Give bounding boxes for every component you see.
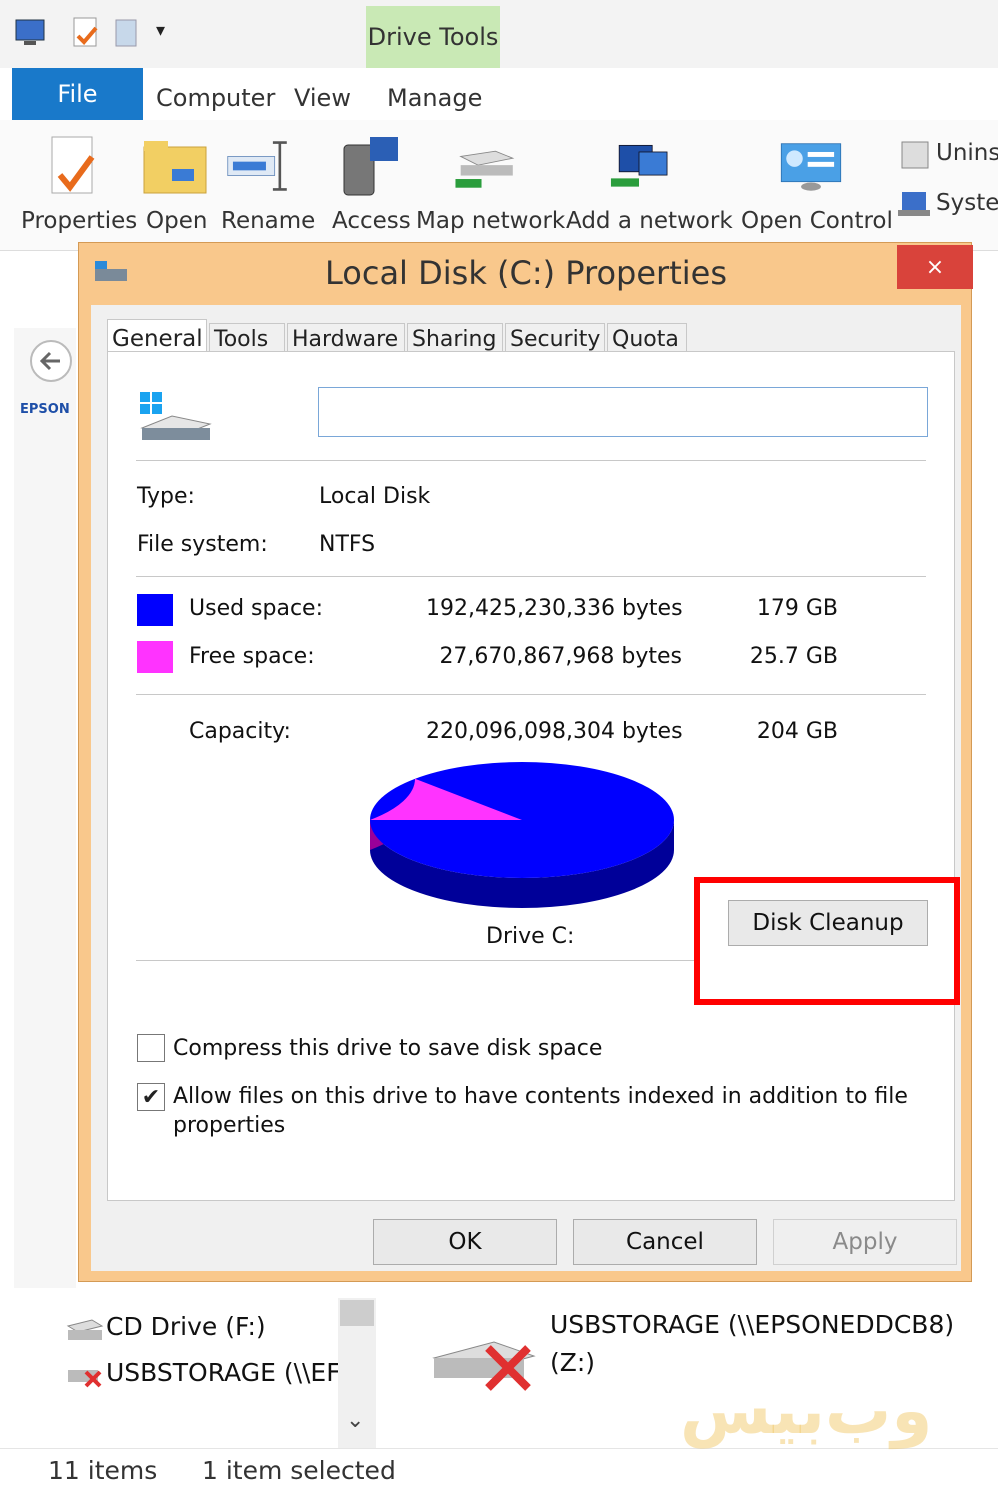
filesystem-value: NTFS (319, 532, 376, 557)
compress-checkbox[interactable] (137, 1034, 165, 1062)
local-disk-icon (140, 392, 212, 440)
used-space-swatch (137, 594, 173, 626)
open-folder-icon (143, 141, 207, 194)
index-checkbox[interactable]: ✔ (137, 1083, 165, 1111)
folder-small-icon[interactable] (112, 16, 142, 50)
scrollbar-thumb[interactable] (340, 1300, 374, 1326)
divider (136, 460, 926, 461)
ribbon-uninstall[interactable]: Unins (936, 140, 998, 166)
status-selection: 1 item selected (202, 1456, 396, 1485)
computer-icon[interactable] (14, 18, 48, 48)
status-item-count: 11 items (48, 1456, 158, 1485)
index-label-line1: Allow files on this drive to have conten… (173, 1084, 908, 1109)
divider (136, 576, 926, 577)
used-space-size: 179 GB (756, 596, 838, 621)
close-button[interactable]: × (897, 245, 973, 289)
ribbon-map-network[interactable]: Map network (416, 208, 565, 234)
ribbon-open[interactable]: Open (146, 208, 207, 234)
uninstall-programs-icon (901, 141, 929, 169)
map-network-drive-icon (455, 150, 515, 188)
free-space-swatch (137, 641, 173, 673)
filesystem-label: File system: (137, 532, 268, 557)
free-space-label: Free space: (189, 644, 315, 669)
type-label: Type: (137, 484, 195, 509)
file-usbstorage-long-1[interactable]: USBSTORAGE (\\EPSONEDDCB8) (550, 1310, 954, 1339)
dialog-title: Local Disk (C:) Properties (325, 254, 727, 292)
capacity-label: Capacity: (189, 719, 291, 744)
disk-usage-pie-chart (370, 762, 674, 908)
capacity-size: 204 GB (756, 719, 838, 744)
type-value: Local Disk (319, 484, 431, 509)
add-network-location-icon (610, 144, 668, 187)
properties-dialog: Local Disk (C:) Properties × General Too… (78, 242, 973, 1282)
ribbon-system[interactable]: Syster (936, 190, 998, 216)
access-media-icon (343, 137, 398, 196)
navigation-pane (14, 328, 76, 1288)
drive-tools-context-label: Drive Tools (366, 6, 500, 68)
drive-label: Drive C: (486, 924, 575, 949)
customize-toolbar-icon[interactable]: ▾ (156, 20, 165, 41)
file-cd-drive[interactable]: CD Drive (F:) (106, 1312, 266, 1341)
properties-icon (51, 136, 95, 194)
nav-epson-label: EPSON (20, 402, 70, 417)
drive-name-input[interactable] (318, 387, 928, 437)
ribbon-add-network[interactable]: Add a network (566, 208, 733, 234)
network-drive-disconnected-icon (432, 1341, 536, 1391)
ribbon-properties[interactable]: Properties (21, 208, 137, 234)
properties-small-icon[interactable] (70, 16, 102, 50)
divider (136, 694, 926, 695)
general-tab-panel: Type: Local Disk File system: NTFS Used … (107, 351, 955, 1201)
ok-button[interactable]: OK (373, 1219, 557, 1265)
file-usbstorage-short[interactable]: USBSTORAGE (\\EF (106, 1358, 338, 1387)
cd-drive-icon (66, 1319, 104, 1340)
ribbon-tabs (0, 68, 998, 120)
free-space-size: 25.7 GB (749, 644, 838, 669)
watermark-logo: وب‌بیس (680, 1372, 933, 1449)
index-check-mark: ✔ (141, 1084, 161, 1110)
ribbon-open-control[interactable]: Open Control (741, 208, 893, 234)
cancel-button[interactable]: Cancel (573, 1219, 757, 1265)
file-usbstorage-long-2[interactable]: (Z:) (550, 1348, 595, 1377)
dialog-body: General Tools Hardware Sharing Security … (91, 305, 961, 1271)
divider (136, 960, 696, 961)
highlight-frame (694, 877, 960, 1005)
ribbon-rename[interactable]: Rename (221, 208, 315, 234)
used-space-label: Used space: (189, 596, 324, 621)
rename-icon (227, 141, 287, 191)
system-properties-icon (898, 192, 930, 216)
ribbon-access[interactable]: Access (332, 208, 411, 234)
back-arrow-icon[interactable] (28, 338, 74, 384)
tab-file[interactable]: File (12, 68, 143, 120)
capacity-bytes: 220,096,098,304 bytes (426, 719, 683, 744)
tab-manage[interactable]: Manage (387, 84, 482, 112)
control-panel-icon (780, 143, 842, 191)
free-space-bytes: 27,670,867,968 bytes (439, 644, 682, 669)
apply-button[interactable]: Apply (773, 1219, 957, 1265)
tab-view[interactable]: View (294, 84, 351, 112)
used-space-bytes: 192,425,230,336 bytes (426, 596, 683, 621)
disconnected-drive-icon (68, 1370, 102, 1388)
tab-computer[interactable]: Computer (156, 84, 275, 112)
index-label-line2: properties (173, 1113, 286, 1138)
compress-label: Compress this drive to save disk space (173, 1036, 603, 1061)
scroll-down-icon[interactable]: ⌄ (346, 1408, 364, 1433)
